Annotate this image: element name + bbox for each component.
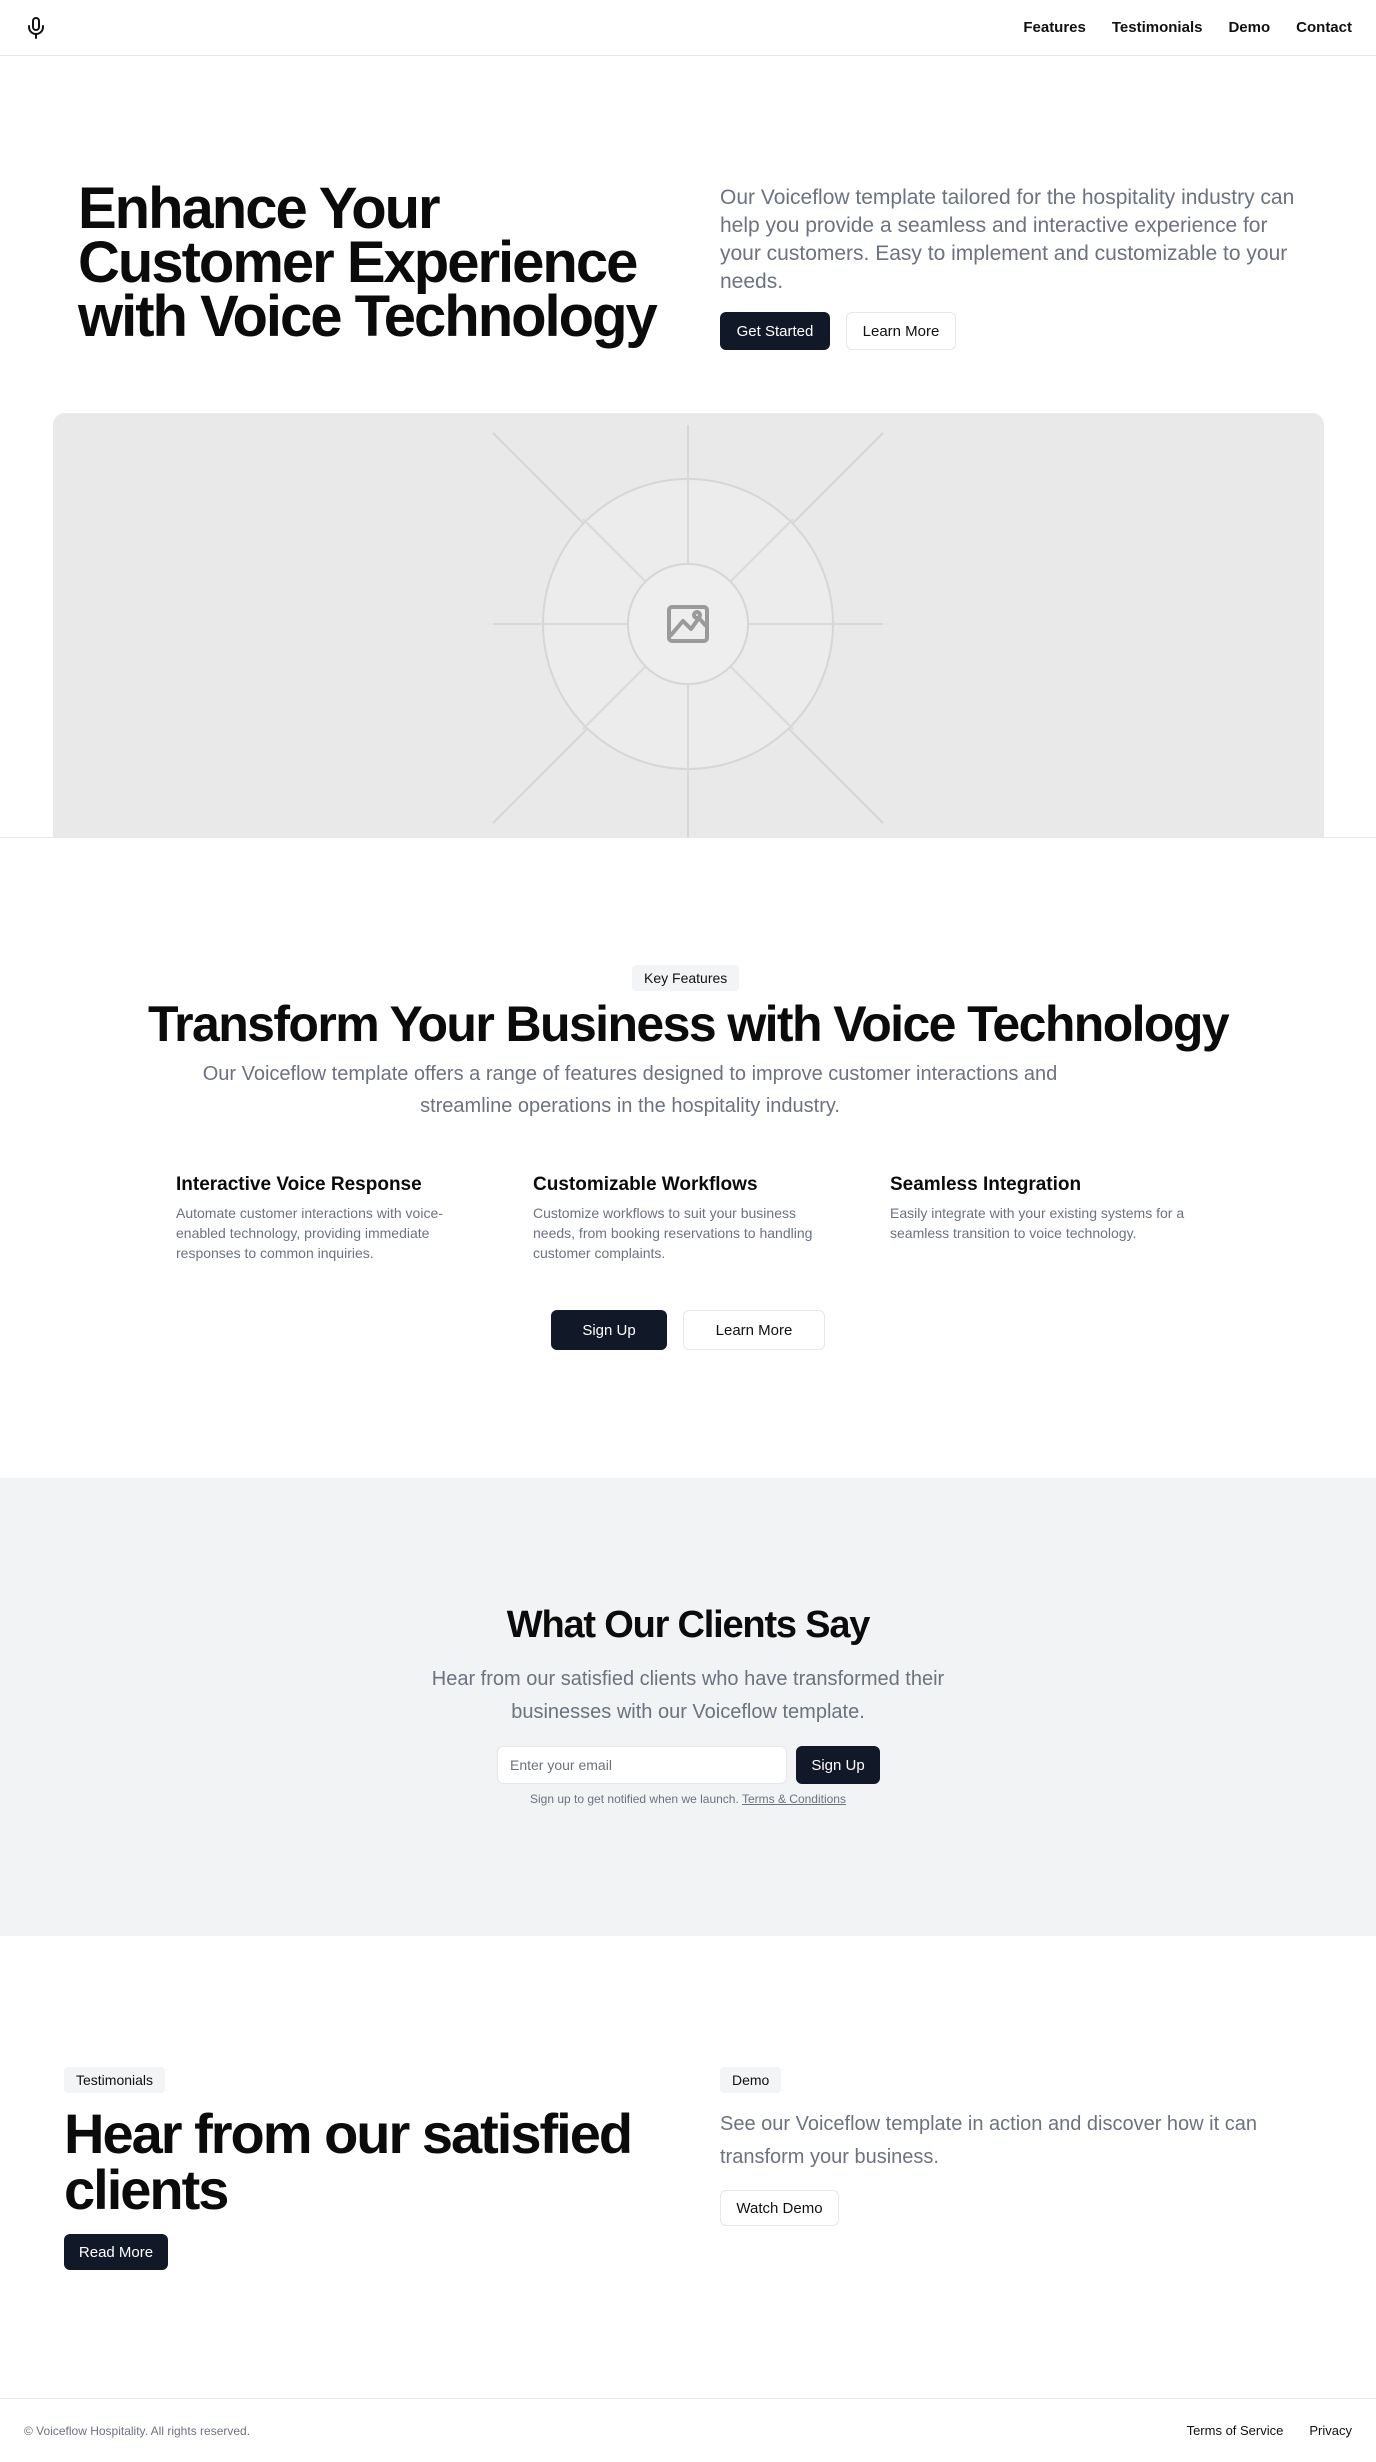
watch-demo-button[interactable]: Watch Demo [720,2190,839,2226]
feature-text: Easily integrate with your existing syst… [890,1205,1185,1241]
nav-features[interactable]: Features [1023,19,1086,36]
copyright: © Voiceflow Hospitality. All rights rese… [24,2423,251,2438]
hero-title: Enhance Your Customer Experience with Vo… [78,176,658,349]
main-nav: Features Testimonials Demo Contact [1023,19,1352,36]
key-features-badge: Key Features [632,965,740,991]
features-title: Transform Your Business with Voice Techn… [147,996,1230,1052]
hero-description: Our Voiceflow template tailored for the … [720,186,1295,293]
site-footer: © Voiceflow Hospitality. All rights rese… [0,2398,1376,2462]
feature-title: Customizable Workflows [533,1174,758,1195]
hero-image-placeholder [53,413,1324,837]
site-header: Features Testimonials Demo Contact [0,0,1376,56]
image-placeholder-icon [492,425,884,837]
terms-of-service-link[interactable]: Terms of Service [1187,2423,1284,2438]
signup-note-text: Sign up to get notified when we launch. [530,1792,739,1806]
feature-text: Customize workflows to suit your busines… [533,1205,813,1261]
feature-title: Interactive Voice Response [176,1174,422,1195]
demo-badge: Demo [720,2067,782,2093]
feature-title: Seamless Integration [890,1174,1082,1195]
features-learn-more-button[interactable]: Learn More [683,1310,825,1350]
feature-customizable-workflows: Customizable Workflows Customize workflo… [533,1173,833,1263]
newsletter-sign-up-button[interactable]: Sign Up [796,1746,880,1784]
clients-title: What Our Clients Say [506,1604,871,1646]
get-started-button[interactable]: Get Started [720,312,830,350]
nav-contact[interactable]: Contact [1296,19,1352,36]
feature-text: Automate customer interactions with voic… [176,1205,443,1261]
email-input[interactable] [497,1746,787,1784]
features-description: Our Voiceflow template offers a range of… [202,1063,1058,1117]
footer-links: Terms of Service Privacy [1187,2423,1352,2438]
terms-link[interactable]: Terms & Conditions [742,1792,846,1806]
signup-note: Sign up to get notified when we launch. … [0,1792,1376,1806]
section-divider [0,837,1376,838]
sign-up-button[interactable]: Sign Up [551,1310,667,1350]
demo-description: See our Voiceflow template in action and… [720,2113,1257,2168]
clients-description: Hear from our satisfied clients who have… [431,1668,945,1723]
testimonials-badge: Testimonials [64,2067,166,2093]
feature-interactive-voice-response: Interactive Voice Response Automate cust… [176,1173,476,1263]
read-more-button[interactable]: Read More [64,2234,168,2270]
feature-seamless-integration: Seamless Integration Easily integrate wi… [890,1173,1190,1243]
privacy-link[interactable]: Privacy [1309,2423,1352,2438]
testimonials-title: Hear from our satisfied clients [64,2102,633,2221]
hero-learn-more-button[interactable]: Learn More [846,312,956,350]
nav-demo[interactable]: Demo [1228,19,1270,36]
microphone-icon[interactable] [24,16,48,40]
nav-testimonials[interactable]: Testimonials [1112,19,1203,36]
